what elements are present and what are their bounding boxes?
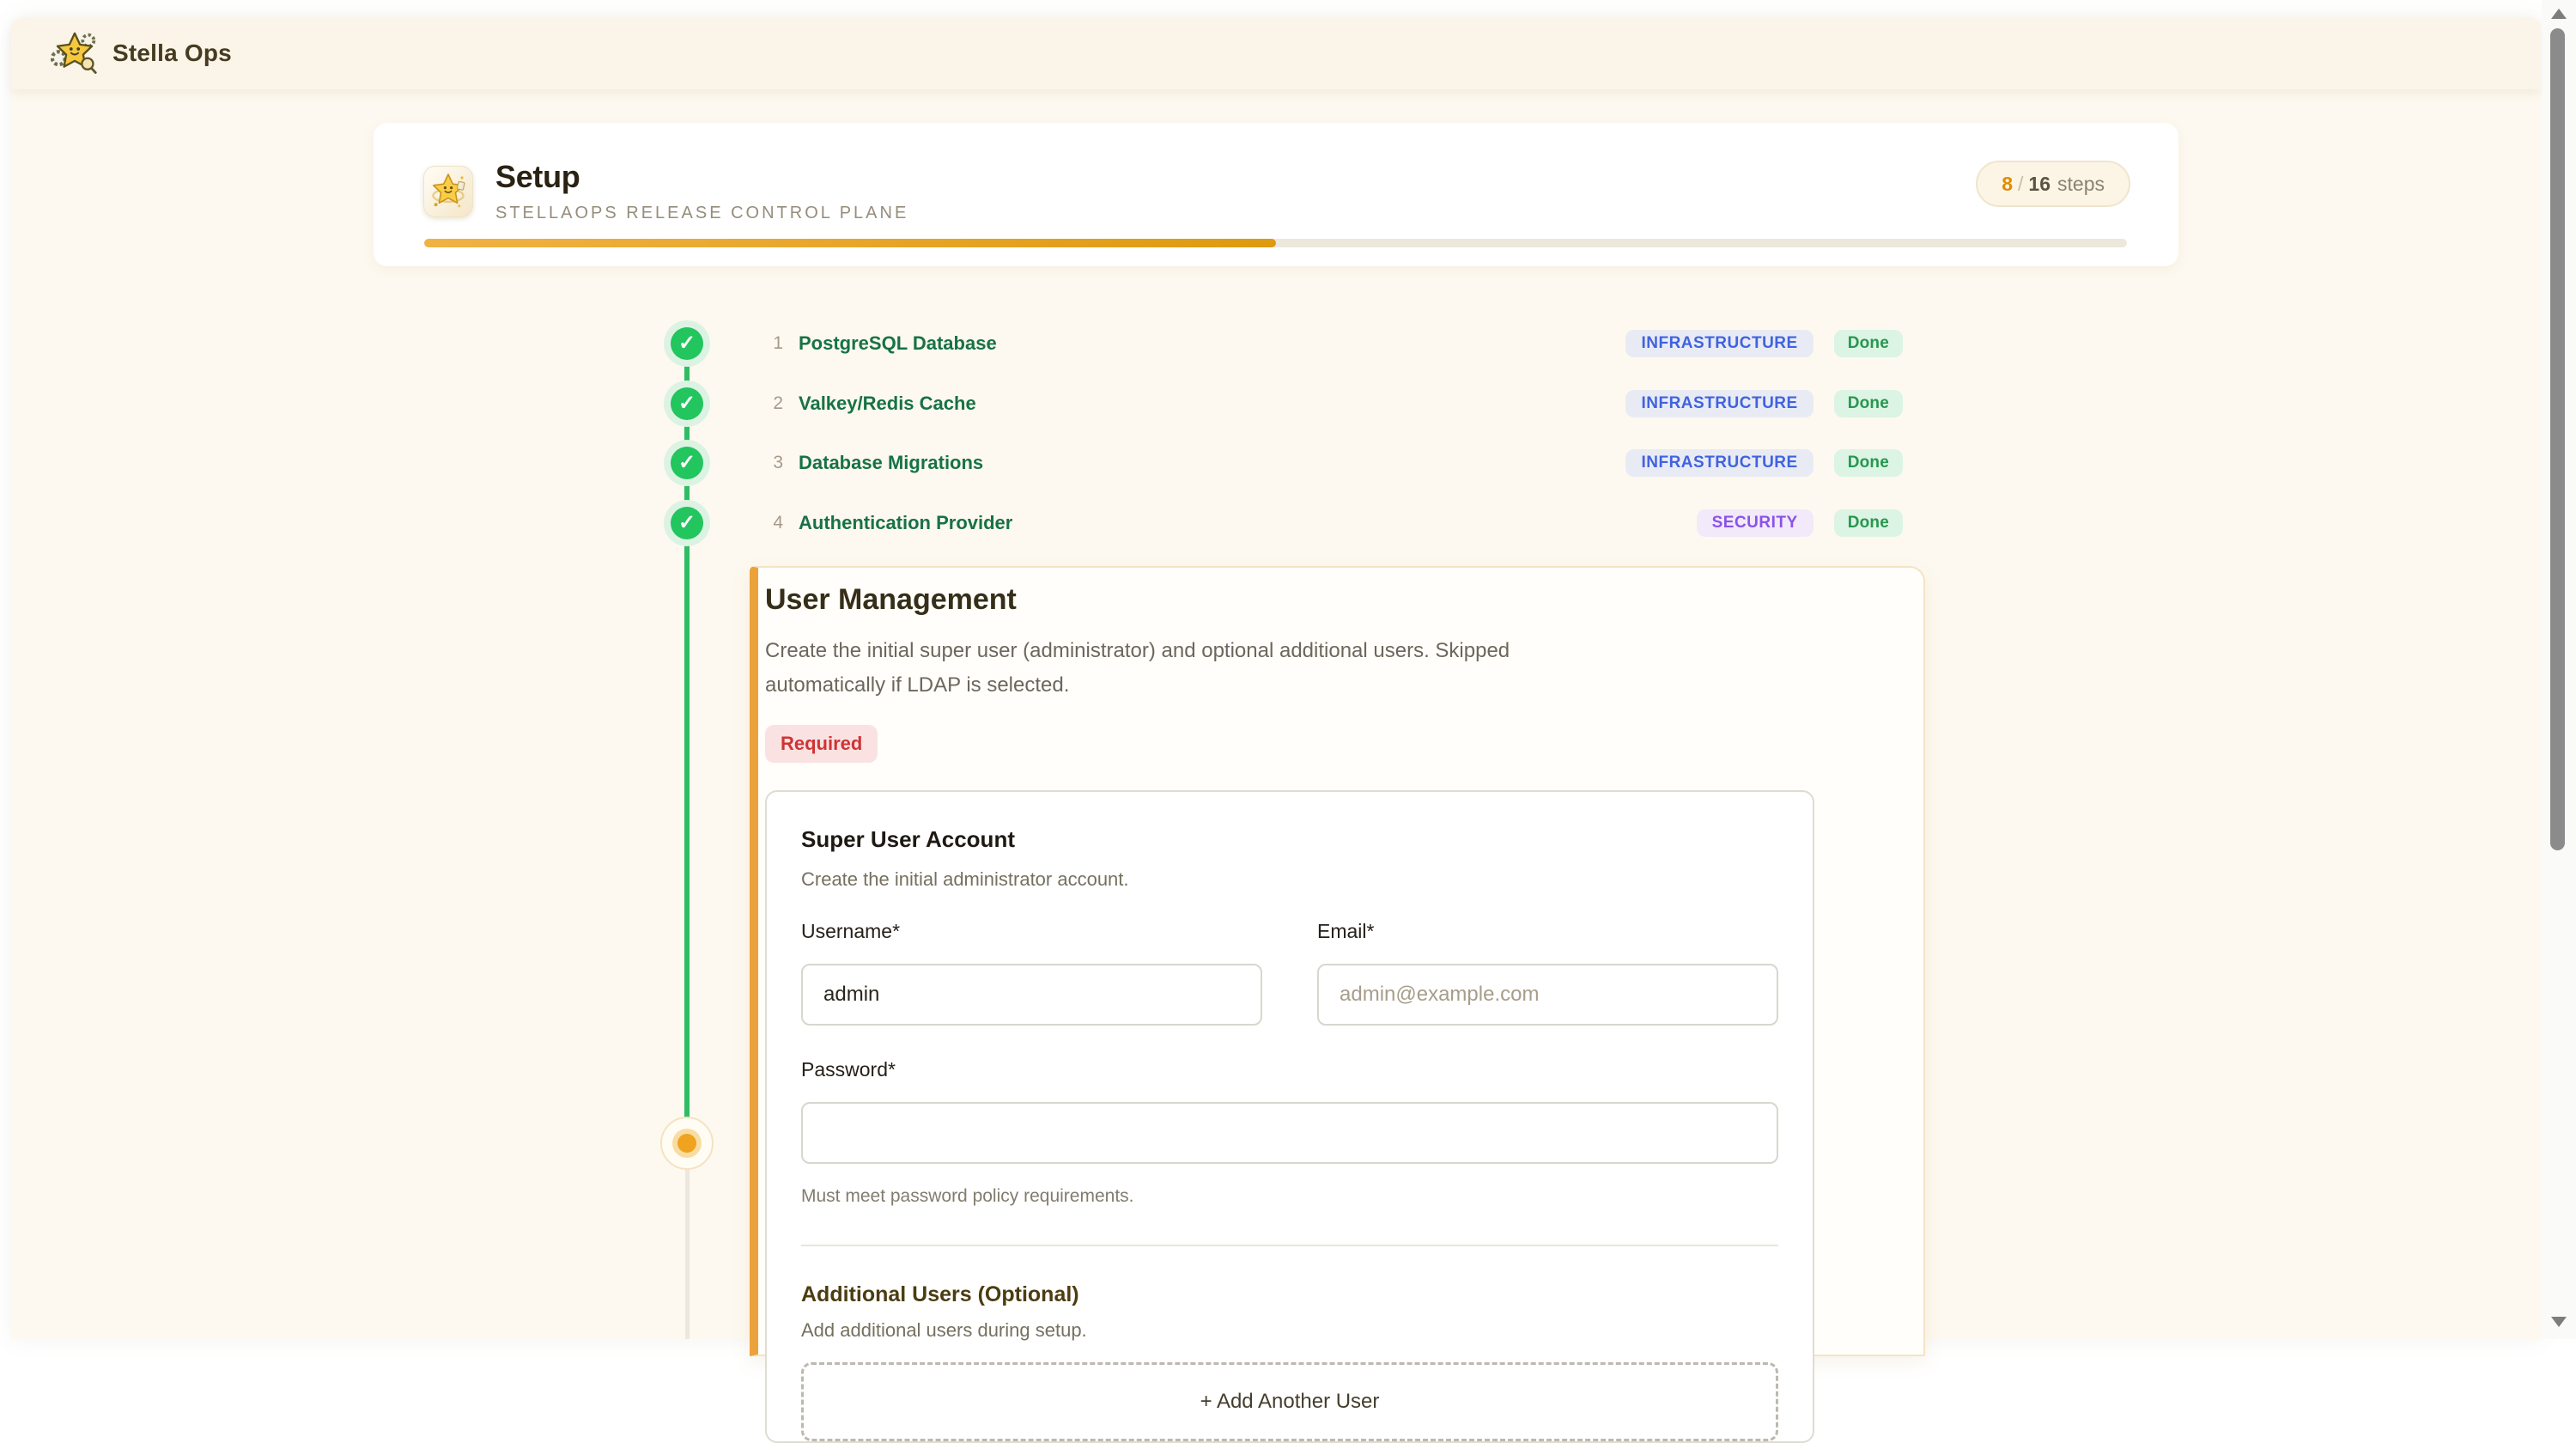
email-input[interactable] (1317, 964, 1778, 1026)
setup-progress-card: Setup STELLAOPS RELEASE CONTROL PLANE 8 … (374, 123, 2178, 266)
step-complete-check-icon: ✓ (671, 327, 703, 360)
step-complete-check-icon: ✓ (671, 447, 703, 479)
username-input[interactable] (801, 964, 1262, 1026)
step-status-badge: Done (1834, 330, 1903, 357)
scrollbar-up-arrow-icon[interactable] (2551, 9, 2567, 19)
step-number: 2 (761, 393, 783, 414)
timeline-upcoming-line (685, 1168, 690, 1339)
top-header-bar: Stella Ops (11, 17, 2542, 89)
password-input[interactable] (801, 1102, 1778, 1164)
step-row-postgresql-database[interactable]: 1 PostgreSQL Database INFRASTRUCTURE Done (761, 319, 1903, 368)
additional-users-description: Add additional users during setup. (801, 1319, 1778, 1342)
step-category-badge: INFRASTRUCTURE (1625, 449, 1813, 477)
step-category-badge: INFRASTRUCTURE (1625, 390, 1813, 417)
step-category-badge: INFRASTRUCTURE (1625, 330, 1813, 357)
step-number: 3 (761, 453, 783, 473)
required-badge: Required (765, 725, 878, 763)
step-row-authentication-provider[interactable]: 4 Authentication Provider SECURITY Done (761, 498, 1903, 548)
step-row-database-migrations[interactable]: 3 Database Migrations INFRASTRUCTURE Done (761, 438, 1903, 488)
step-complete-check-icon: ✓ (671, 387, 703, 420)
additional-users-title: Additional Users (Optional) (801, 1282, 1778, 1307)
setup-progress-fill (424, 239, 1276, 247)
step-status-badge: Done (1834, 509, 1903, 537)
add-another-user-button[interactable]: + Add Another User (801, 1362, 1778, 1441)
user-management-card: User Management Create the initial super… (750, 566, 1925, 1356)
step-title: PostgreSQL Database (799, 332, 997, 355)
step-title: Authentication Provider (799, 512, 1012, 534)
super-user-account-card: Super User Account Create the initial ad… (765, 790, 1814, 1443)
setup-page-subtitle: STELLAOPS RELEASE CONTROL PLANE (495, 204, 908, 223)
super-user-description: Create the initial administrator account… (801, 868, 1778, 891)
password-label: Password* (801, 1058, 1778, 1081)
timeline-current-step-dot (660, 1117, 714, 1170)
steps-done-count: 8 (2002, 173, 2013, 196)
step-row-valkey-redis-cache[interactable]: 2 Valkey/Redis Cache INFRASTRUCTURE Done (761, 379, 1903, 429)
setup-page-title: Setup (495, 159, 908, 195)
step-complete-check-icon: ✓ (671, 507, 703, 539)
step-category-badge: SECURITY (1697, 509, 1814, 537)
step-status-badge: Done (1834, 390, 1903, 417)
step-title: Database Migrations (799, 452, 983, 474)
scrollbar-thumb[interactable] (2550, 28, 2565, 850)
step-number: 4 (761, 513, 783, 533)
step-title: Valkey/Redis Cache (799, 393, 976, 415)
steps-separator: / (2018, 173, 2023, 196)
email-label: Email* (1317, 920, 1778, 943)
password-helper-text: Must meet password policy requirements. (801, 1186, 1778, 1207)
scrollbar-down-arrow-icon[interactable] (2551, 1317, 2567, 1327)
setup-star-mascot-icon (423, 166, 473, 217)
stella-ops-star-logo-icon (51, 31, 99, 76)
vertical-scrollbar (2542, 0, 2576, 1339)
setup-progress-bar (424, 239, 2127, 247)
super-user-title: Super User Account (801, 826, 1778, 853)
section-title: User Management (765, 583, 1923, 617)
section-divider (801, 1245, 1778, 1246)
steps-total-count: 16 (2028, 173, 2050, 196)
step-status-badge: Done (1834, 449, 1903, 477)
username-label: Username* (801, 920, 1262, 943)
step-number: 1 (761, 333, 783, 354)
brand-title: Stella Ops (112, 40, 232, 67)
steps-progress-pill: 8 / 16 steps (1976, 161, 2130, 207)
steps-suffix: steps (2057, 173, 2105, 196)
section-description: Create the initial super user (administr… (765, 634, 1923, 703)
